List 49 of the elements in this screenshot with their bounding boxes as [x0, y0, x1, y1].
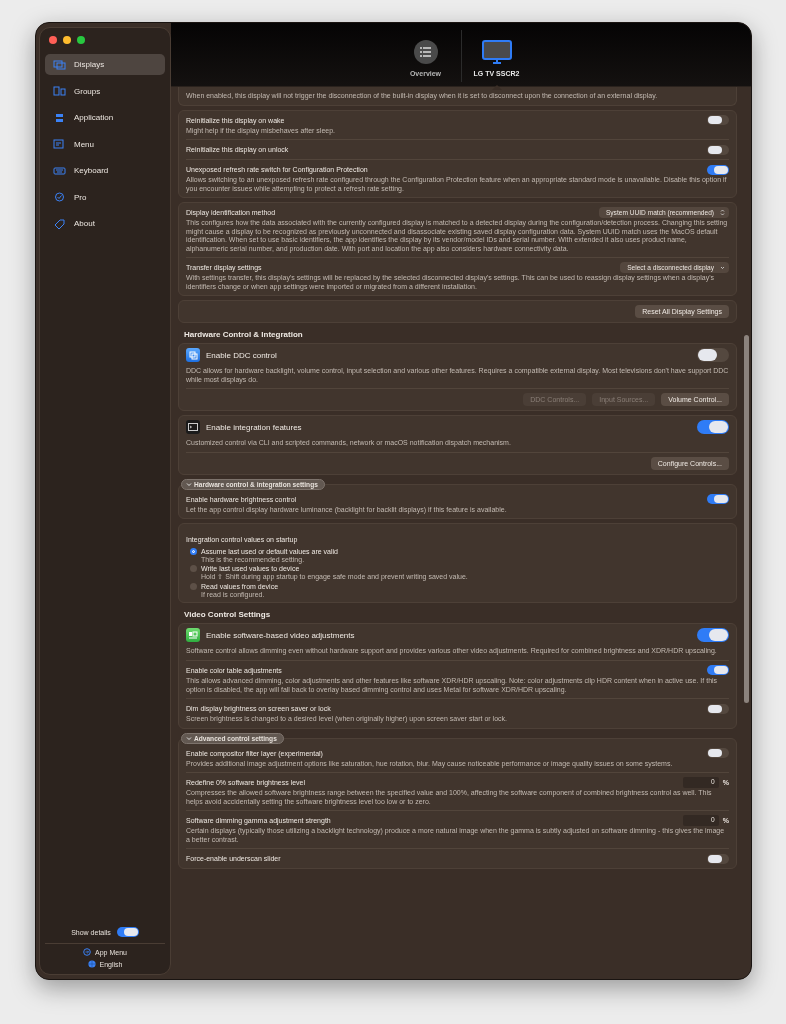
video-adjust-icon: [186, 628, 200, 643]
toggle-switch[interactable]: [707, 164, 729, 175]
radio-button[interactable]: [190, 548, 197, 556]
close-button[interactable]: [49, 36, 57, 44]
keyboard-icon: [53, 165, 66, 176]
minimize-button[interactable]: [63, 36, 71, 44]
radio-button[interactable]: [190, 565, 197, 573]
display-icon: [186, 348, 200, 363]
toggle-switch[interactable]: [707, 115, 729, 126]
sidebar-item[interactable]: Displays: [45, 54, 165, 75]
toggle-switch[interactable]: [707, 703, 729, 714]
toggle-switch[interactable]: [697, 420, 729, 435]
zoom-button[interactable]: [77, 36, 85, 44]
badge-check-icon: [53, 192, 66, 202]
sidebar-item[interactable]: Keyboard: [45, 160, 165, 181]
setting-title: Enable DDC control: [206, 350, 277, 360]
sidebar-item[interactable]: Application: [45, 107, 165, 128]
toggle-switch[interactable]: [707, 494, 729, 505]
displays-icon: [53, 59, 66, 70]
toggle-switch[interactable]: [707, 853, 729, 864]
toggle-switch[interactable]: [697, 628, 729, 643]
sidebar-item[interactable]: Menu: [45, 133, 165, 155]
toggle-switch[interactable]: [707, 665, 729, 676]
toggle-switch[interactable]: [697, 348, 729, 363]
toggle-switch[interactable]: [707, 144, 729, 155]
sidebar-item[interactable]: About: [45, 213, 165, 234]
terminal-icon: [186, 420, 200, 435]
sidebar-item[interactable]: Pro: [45, 186, 165, 208]
toggle-switch[interactable]: [116, 927, 139, 937]
groups-icon: [53, 86, 66, 96]
list-icon: [53, 139, 66, 149]
section-heading: Hardware Control & Integration: [183, 329, 304, 340]
scrollbar-thumb[interactable]: [744, 335, 749, 703]
updown-chevron-icon: [720, 209, 725, 217]
radio-button[interactable]: [190, 583, 197, 591]
list-icon: [413, 40, 438, 64]
toggle-switch[interactable]: [707, 748, 729, 759]
toggles-icon: [53, 112, 66, 123]
chevron-icon: [186, 735, 192, 741]
circle-arrow-icon: [83, 948, 92, 956]
globe-icon: [87, 960, 96, 968]
setting-title: Enable integration features: [206, 422, 302, 432]
chevron-icon: [186, 481, 192, 487]
chevron-down-icon: [720, 265, 725, 270]
section-heading: Video Control Settings: [183, 609, 272, 620]
monitor-icon: [481, 40, 512, 64]
tag-icon: [53, 218, 66, 229]
setting-title: Enable software-based video adjustments: [206, 630, 355, 640]
sidebar-item[interactable]: Groups: [45, 80, 165, 102]
